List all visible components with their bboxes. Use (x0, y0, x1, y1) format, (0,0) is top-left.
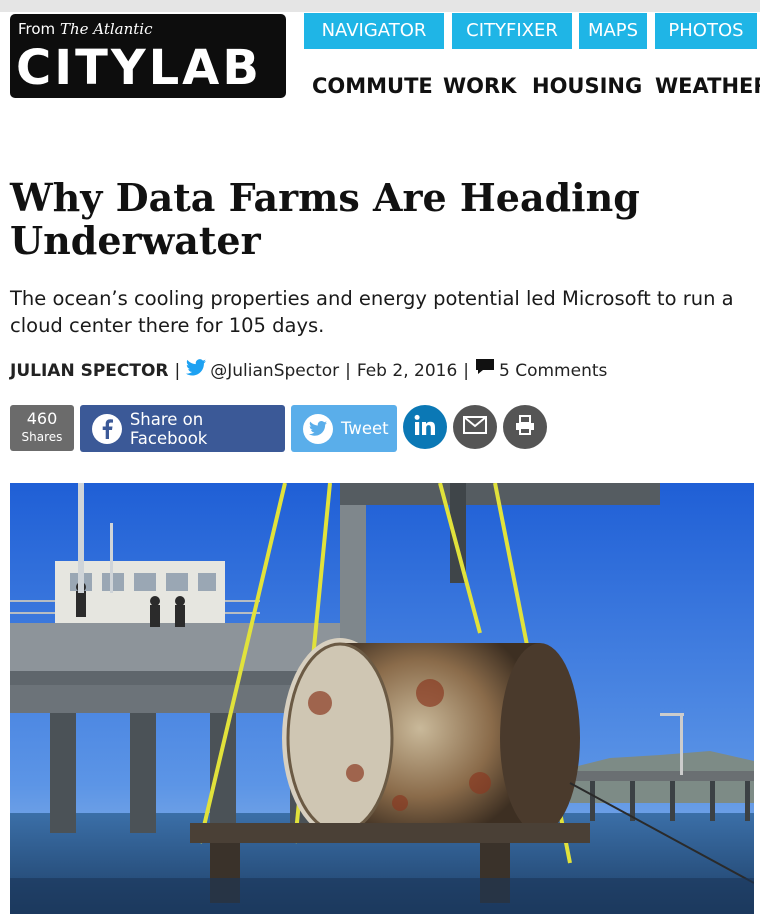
share-twitter-button[interactable]: Tweet (291, 405, 397, 452)
byline: JULIAN SPECTOR | @JulianSpector | Feb 2,… (10, 358, 755, 384)
nav-maps[interactable]: MAPS (579, 13, 647, 49)
subnav-weather[interactable]: WEATHER (655, 72, 760, 100)
print-button[interactable] (503, 405, 547, 449)
byline-separator: | (463, 361, 469, 381)
logo-from-text: From The Atlantic (18, 20, 153, 38)
facebook-button-label: Share on Facebook (129, 409, 208, 448)
share-linkedin-button[interactable] (403, 405, 447, 449)
subnav-housing[interactable]: HOUSING (532, 72, 642, 100)
tweet-button-label: Tweet (341, 419, 389, 438)
top-strip (0, 0, 760, 12)
twitter-icon (303, 413, 333, 444)
email-icon (463, 416, 487, 438)
share-facebook-button[interactable]: Share on Facebook (80, 405, 285, 452)
byline-separator: | (174, 361, 181, 381)
linkedin-icon (414, 414, 436, 440)
author-link[interactable]: JULIAN SPECTOR (10, 358, 169, 384)
article-title: Why Data Farms Are Heading Underwater (10, 175, 640, 263)
subnav-work[interactable]: WORK (443, 72, 516, 100)
logo-wordmark: CITYLAB (16, 40, 262, 96)
share-count-label: Shares (21, 430, 63, 444)
facebook-icon (92, 413, 122, 444)
publish-date: Feb 2, 2016 (356, 361, 458, 381)
nav-photos[interactable]: PHOTOS (655, 13, 757, 49)
nav-navigator[interactable]: NAVIGATOR (304, 13, 444, 49)
citylab-logo[interactable]: From The Atlantic CITYLAB (10, 14, 286, 98)
comment-bubble-icon (475, 358, 495, 384)
subnav-commute[interactable]: COMMUTE (312, 72, 433, 100)
nav-cityfixer[interactable]: CITYFIXER (452, 13, 572, 49)
print-icon (514, 414, 536, 440)
twitter-handle-link[interactable]: @JulianSpector (210, 358, 339, 384)
article-dek: The ocean’s cooling properties and energ… (10, 287, 734, 337)
byline-separator: | (345, 361, 351, 381)
comments-link[interactable]: 5 Comments (499, 358, 607, 384)
share-count: 460 (26, 409, 58, 428)
share-count-badge: 460 Shares (10, 405, 74, 451)
twitter-bird-icon (186, 358, 207, 384)
share-email-button[interactable] (453, 405, 497, 449)
article-hero-photo (10, 482, 755, 914)
